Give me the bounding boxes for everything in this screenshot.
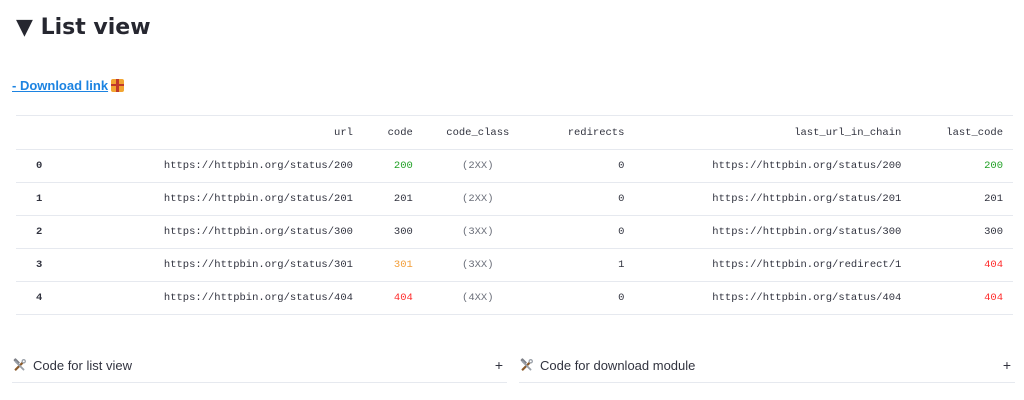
last-url-cell: https://httpbin.org/status/201 [634,182,912,216]
redirects-cell: 0 [532,281,635,315]
code-cell: 300 [362,215,423,249]
url-cell: https://httpbin.org/status/201 [86,182,363,216]
table-row: 3 https://httpbin.org/status/301 301 (3X… [16,248,1013,282]
expander-label-group: Code for download module [519,358,695,373]
redirects-cell: 0 [532,149,635,183]
results-table-container: url code code_class redirects last_url_i… [16,115,1013,315]
header-last-code[interactable]: last_code [911,115,1013,150]
url-cell: https://httpbin.org/status/300 [86,215,363,249]
hammer-wrench-icon [13,357,26,371]
code-cell: 200 [362,149,423,183]
header-redirects[interactable]: redirects [532,115,635,150]
table-row: 1 https://httpbin.org/status/201 201 (2X… [16,182,1013,216]
expander-code-download-module[interactable]: Code for download module + [519,348,1015,383]
header-last-url-in-chain[interactable]: last_url_in_chain [634,115,912,150]
header-code[interactable]: code [362,115,423,150]
code-class-cell: (4XX) [422,281,533,315]
gift-icon [111,79,125,92]
table-body: 0 https://httpbin.org/status/200 200 (2X… [16,149,1013,315]
header-url[interactable]: url [86,115,363,150]
plus-icon: + [1002,357,1011,373]
code-class-cell: (3XX) [422,248,533,282]
row-index: 3 [16,248,86,282]
last-url-cell: https://httpbin.org/redirect/1 [634,248,912,282]
code-cell: 301 [362,248,423,282]
last-code-cell: 201 [911,182,1013,216]
code-class-cell: (2XX) [422,149,533,183]
row-index: 0 [16,149,86,183]
expander-code-list-view[interactable]: Code for list view + [12,348,507,383]
row-index: 1 [16,182,86,216]
expander-label: Code for download module [540,357,696,373]
redirects-cell: 0 [532,215,635,249]
download-link[interactable]: - Download link [12,78,125,93]
hammer-wrench-icon [520,357,533,371]
last-url-cell: https://httpbin.org/status/200 [634,149,912,183]
code-class-cell: (2XX) [422,182,533,216]
last-code-cell: 200 [911,149,1013,183]
code-cell: 404 [362,281,423,315]
table-row: 2 https://httpbin.org/status/300 300 (3X… [16,215,1013,249]
row-index: 4 [16,281,86,315]
header-code-class[interactable]: code_class [422,115,533,150]
download-link-label: - Download link [12,78,109,93]
code-class-cell: (3XX) [422,215,533,249]
row-index: 2 [16,215,86,249]
redirects-cell: 1 [532,248,635,282]
url-cell: https://httpbin.org/status/301 [86,248,363,282]
results-table: url code code_class redirects last_url_i… [16,115,1013,315]
expander-label-group: Code for list view [12,358,132,373]
redirects-cell: 0 [532,182,635,216]
list-view-heading[interactable]: ▼ List view [16,12,151,44]
last-code-cell: 300 [911,215,1013,249]
url-cell: https://httpbin.org/status/404 [86,281,363,315]
last-code-cell: 404 [911,281,1013,315]
header-row: url code code_class redirects last_url_i… [16,115,1013,150]
table-header: url code code_class redirects last_url_i… [16,115,1013,150]
last-url-cell: https://httpbin.org/status/300 [634,215,912,249]
expander-label: Code for list view [33,357,132,373]
plus-icon: + [494,357,503,373]
table-row: 4 https://httpbin.org/status/404 404 (4X… [16,281,1013,315]
header-index[interactable] [16,115,86,150]
last-code-cell: 404 [911,248,1013,282]
last-url-cell: https://httpbin.org/status/404 [634,281,912,315]
code-cell: 201 [362,182,423,216]
url-cell: https://httpbin.org/status/200 [86,149,363,183]
table-row: 0 https://httpbin.org/status/200 200 (2X… [16,149,1013,183]
